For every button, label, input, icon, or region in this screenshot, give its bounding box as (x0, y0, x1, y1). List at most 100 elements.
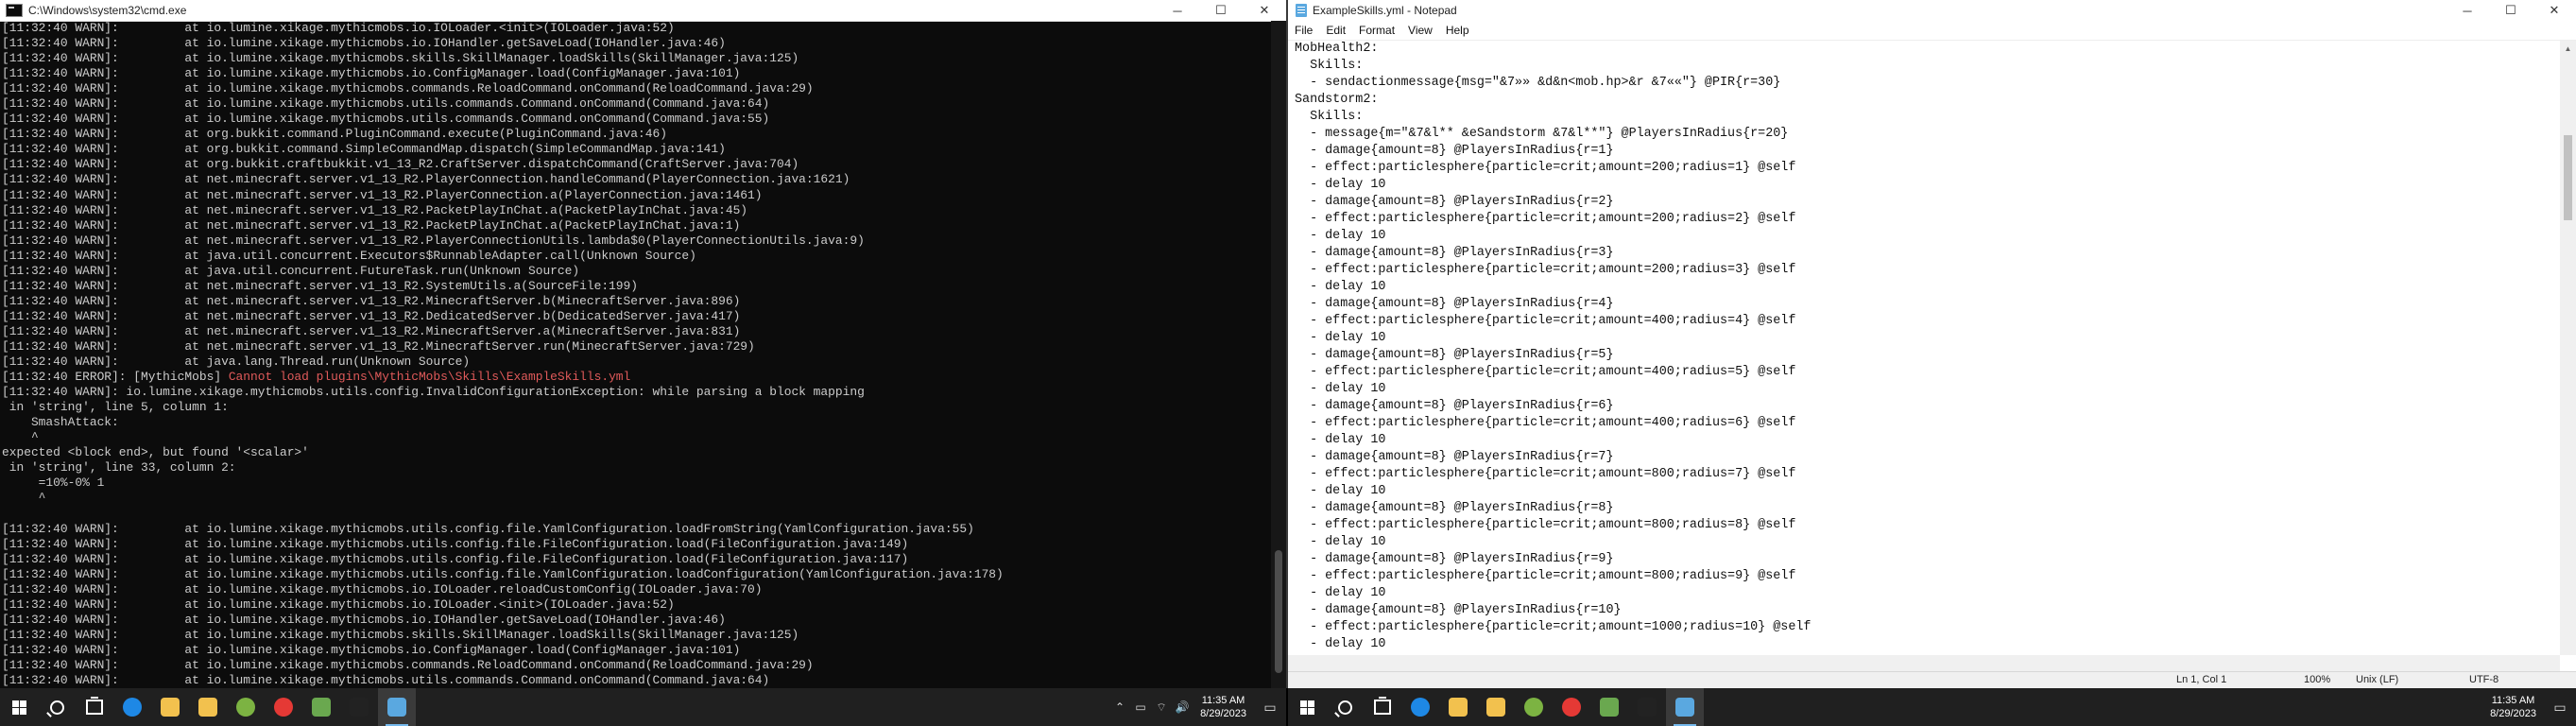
minimize-button[interactable]: ─ (1156, 0, 1199, 21)
taskbar-app-button[interactable] (378, 688, 416, 726)
clock[interactable]: 11:35 AM 8/29/2023 (2482, 694, 2544, 720)
search-button[interactable] (1326, 688, 1364, 726)
console-line-text: [11:32:40 WARN]: at io.lumine.xikage.myt… (2, 66, 741, 81)
taskbar-app-button[interactable] (340, 688, 378, 726)
taskbar-app-button[interactable] (1590, 688, 1628, 726)
chrome-icon (1562, 698, 1581, 717)
task-view-button[interactable] (1364, 688, 1401, 726)
editor-line: - damage{amount=8} @PlayersInRadius{r=4} (1295, 297, 1614, 311)
console-line-text: [11:32:40 WARN]: at io.lumine.xikage.myt… (2, 657, 814, 672)
notepad-scrollbar-thumb[interactable] (2564, 135, 2572, 220)
console-line: [11:32:40 WARN]: at io.lumine.xikage.myt… (0, 96, 1271, 112)
console-line-text: [11:32:40 WARN]: at net.minecraft.server… (2, 293, 741, 308)
minecraft-icon (1600, 698, 1619, 717)
console-output[interactable]: [11:32:40 WARN]: at io.lumine.xikage.myt… (0, 21, 1271, 688)
menu-view[interactable]: View (1401, 24, 1439, 37)
console-line: ^ (0, 491, 1271, 506)
console-line-text: [11:32:40 WARN]: at net.minecraft.server… (2, 233, 865, 248)
notepad-hscrollbar[interactable] (1288, 655, 2560, 672)
editor-line: - damage{amount=8} @PlayersInRadius{r=3} (1295, 246, 1614, 260)
editor-line: - effect:particlesphere{particle=crit;am… (1295, 365, 1796, 379)
scroll-up-icon[interactable]: ▲ (2560, 41, 2576, 57)
console-line: SmashAttack: (0, 415, 1271, 430)
taskbar-app-button[interactable] (1628, 688, 1666, 726)
taskbar-app-button[interactable] (302, 688, 340, 726)
menu-format[interactable]: Format (1352, 24, 1401, 37)
console-line: [11:32:40 WARN]: at io.lumine.xikage.myt… (0, 613, 1271, 628)
notification-icon[interactable]: ▭ (1254, 700, 1286, 716)
start-button[interactable] (1288, 688, 1326, 726)
taskbar-app-button[interactable] (1477, 688, 1515, 726)
taskbar-right: 11:35 AM 8/29/2023 ▭ (1288, 688, 2576, 726)
status-line-ending: Unix (LF) (2356, 674, 2399, 685)
editor-line: - delay 10 (1295, 484, 1386, 498)
editor-line: - delay 10 (1295, 280, 1386, 294)
editor-line: - delay 10 (1295, 331, 1386, 345)
taskbar-app-button[interactable] (189, 688, 227, 726)
terminal-icon (350, 698, 369, 717)
console-line: [11:32:40 WARN]: at io.lumine.xikage.myt… (0, 643, 1271, 658)
volume-icon[interactable]: 🔊 (1172, 700, 1193, 714)
minimize-button[interactable]: ─ (2446, 0, 2489, 21)
editor-line: - damage{amount=8} @PlayersInRadius{r=7} (1295, 450, 1614, 464)
console-line: [11:32:40 WARN]: at io.lumine.xikage.myt… (0, 51, 1271, 66)
console-line-text: in 'string', line 33, column 2: (2, 460, 236, 475)
text-editor[interactable]: MobHealth2: Skills: - sendactionmessage{… (1288, 41, 2560, 655)
console-line: [11:32:40 ERROR]: [MythicMobs] Cannot lo… (0, 370, 1271, 385)
editor-line: - effect:particlesphere{particle=crit;am… (1295, 263, 1796, 277)
editor-line: Skills: (1295, 110, 1364, 124)
editor-line: - delay 10 (1295, 229, 1386, 243)
editor-line: - delay 10 (1295, 535, 1386, 549)
console-line-text: [11:32:40 WARN]: at net.minecraft.server… (2, 202, 748, 217)
chrome-icon (274, 698, 293, 717)
notepad-titlebar[interactable]: ExampleSkills.yml - Notepad ─ ☐ ✕ (1288, 0, 2576, 21)
cmd-window[interactable]: C:\Windows\system32\cmd.exe ─ ☐ ✕ [11:32… (0, 0, 1288, 688)
console-line-text: [11:32:40 WARN]: at io.lumine.xikage.myt… (2, 566, 1004, 581)
console-line-text: [11:32:40 WARN]: at net.minecraft.server… (2, 308, 741, 323)
menu-help[interactable]: Help (1439, 24, 1476, 37)
taskbar-app-button[interactable] (265, 688, 302, 726)
taskbar-app-button[interactable] (1666, 688, 1704, 726)
wifi-icon[interactable]: ⌔ (1151, 700, 1172, 715)
start-button[interactable] (0, 688, 38, 726)
menu-file[interactable]: File (1288, 24, 1319, 37)
console-line: [11:32:40 WARN]: io.lumine.xikage.mythic… (0, 385, 1271, 400)
search-icon (1337, 700, 1352, 715)
taskbar-app-button[interactable] (1439, 688, 1477, 726)
search-button[interactable] (38, 688, 76, 726)
notification-icon[interactable]: ▭ (2544, 700, 2576, 716)
notepad-window[interactable]: ExampleSkills.yml - Notepad ─ ☐ ✕ File E… (1288, 0, 2576, 688)
notepad-icon (1296, 4, 1307, 17)
cmd-scrollbar-thumb[interactable] (1275, 550, 1282, 673)
console-line: [11:32:40 WARN]: at io.lumine.xikage.myt… (0, 522, 1271, 537)
menu-edit[interactable]: Edit (1319, 24, 1352, 37)
console-line: [11:32:40 WARN]: at io.lumine.xikage.myt… (0, 112, 1271, 127)
taskbar-app-button[interactable] (151, 688, 189, 726)
task-view-icon (86, 697, 103, 715)
taskbar-app-button[interactable] (1401, 688, 1439, 726)
tray-chevron-icon[interactable]: ⌃ (1109, 700, 1130, 714)
taskbar-app-button[interactable] (227, 688, 265, 726)
console-line: ^ (0, 430, 1271, 445)
console-line: [11:32:40 WARN]: at net.minecraft.server… (0, 294, 1271, 309)
taskbar-app-button[interactable] (113, 688, 151, 726)
cmd-scrollbar[interactable] (1271, 21, 1286, 688)
task-view-button[interactable] (76, 688, 113, 726)
battery-icon[interactable]: ▭ (1130, 700, 1151, 714)
console-line: in 'string', line 5, column 1: (0, 400, 1271, 415)
cmd-titlebar[interactable]: C:\Windows\system32\cmd.exe ─ ☐ ✕ (0, 0, 1286, 22)
edge-icon (123, 698, 142, 717)
taskbar-app-button[interactable] (1553, 688, 1590, 726)
close-button[interactable]: ✕ (2533, 0, 2576, 21)
notepad-icon (387, 698, 406, 717)
close-button[interactable]: ✕ (1243, 0, 1286, 21)
app-icon (236, 698, 255, 717)
taskbar-app-button[interactable] (1515, 688, 1553, 726)
console-line-text: in 'string', line 5, column 1: (2, 400, 229, 415)
console-line-text: [11:32:40 WARN]: at io.lumine.xikage.myt… (2, 36, 726, 51)
console-line-text: SmashAttack: (2, 415, 119, 430)
clock[interactable]: 11:35 AM 8/29/2023 (1193, 694, 1254, 720)
maximize-button[interactable]: ☐ (2489, 0, 2533, 21)
maximize-button[interactable]: ☐ (1199, 0, 1243, 21)
notepad-scrollbar[interactable]: ▲ (2560, 41, 2576, 655)
